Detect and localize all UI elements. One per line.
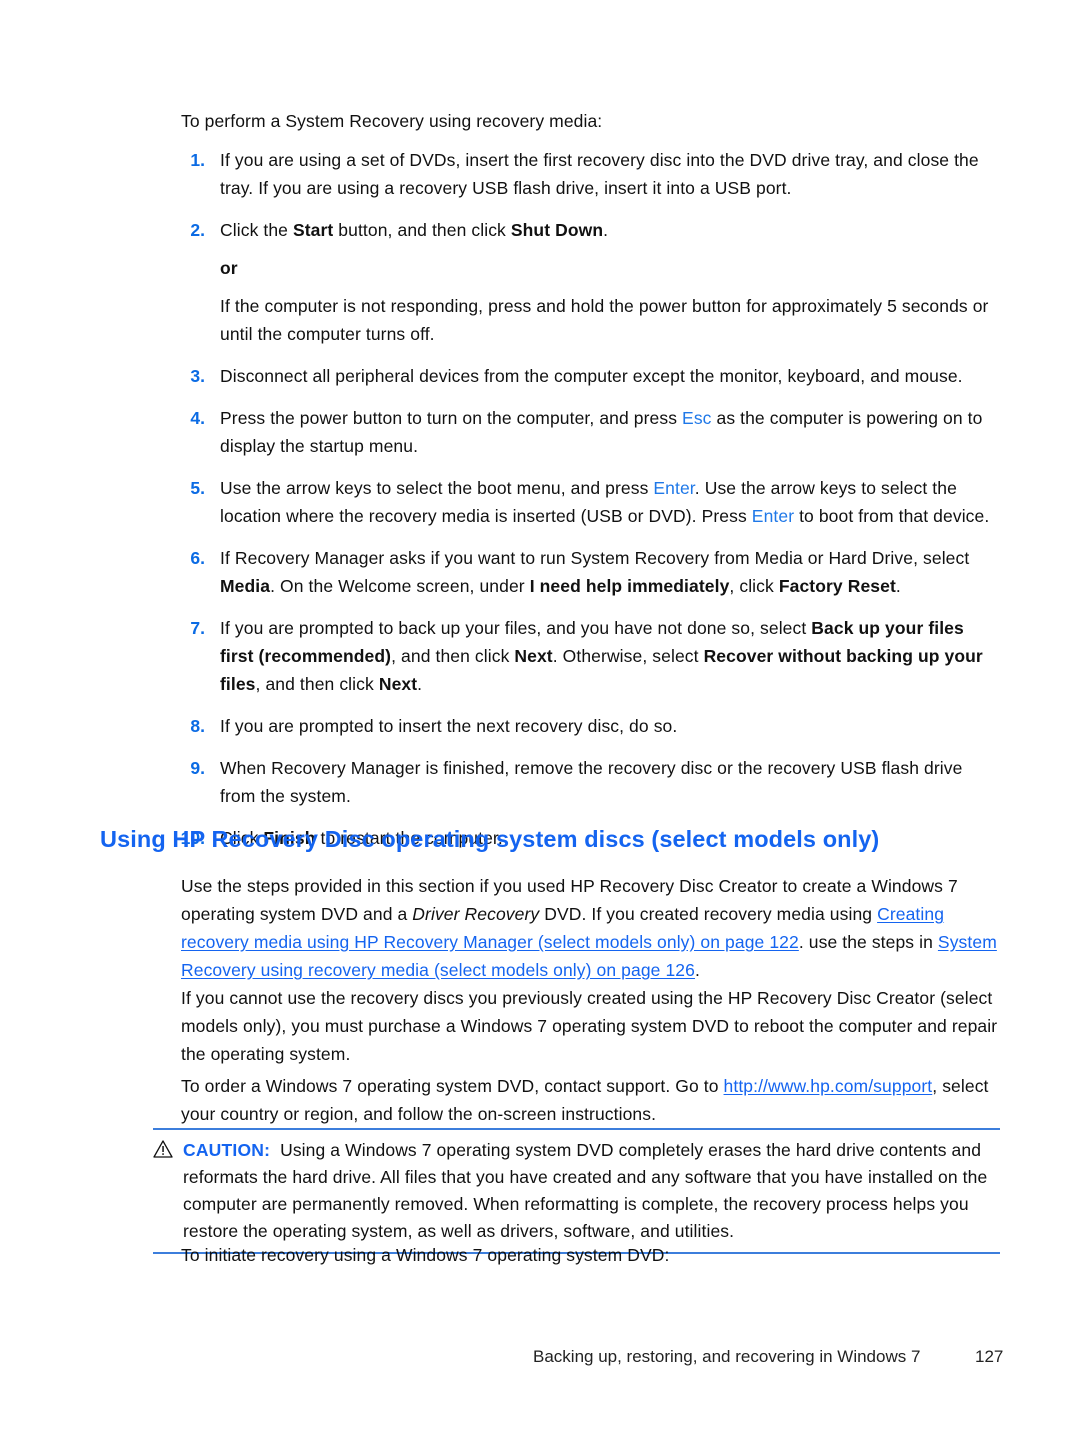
ui-label-factory-reset: Factory Reset [778, 576, 896, 596]
step-text-part: . [895, 576, 901, 596]
step-text-part: . [603, 220, 609, 240]
step-text-part: If you are prompted to back up your file… [220, 618, 812, 638]
list-item-step-2: 2. Click the Start button, and then clic… [0, 216, 1080, 348]
paragraph-initiate-recovery: To initiate recovery using a Windows 7 o… [181, 1245, 670, 1265]
document-page: To perform a System Recovery using recov… [0, 0, 1080, 1437]
step-2-alternate-text: If the computer is not responding, press… [220, 296, 989, 344]
step-text-part: If Recovery Manager asks if you want to … [220, 548, 970, 568]
ui-label-next-2: Next [378, 674, 418, 694]
step-text: Click the Start button, and then click S… [220, 216, 998, 244]
step-text-part: , and then click [255, 674, 379, 694]
step-number: 3. [190, 366, 205, 386]
step-text-part: button, and then click [333, 220, 511, 240]
list-item-step-6: 6. If Recovery Manager asks if you want … [0, 544, 1080, 600]
list-item-step-7: 7. If you are prompted to back up your f… [0, 614, 1080, 698]
or-separator-label: or [220, 258, 238, 278]
list-item-step-1: 1. If you are using a set of DVDs, inser… [0, 146, 1080, 202]
warning-triangle-icon [153, 1140, 173, 1158]
paragraph-purchase-dvd: If you cannot use the recovery discs you… [181, 988, 998, 1064]
paragraph-text-part: . use the steps in [798, 932, 938, 952]
step-text: If you are prompted to insert the next r… [220, 716, 678, 736]
step-text: If you are prompted to back up your file… [220, 614, 998, 698]
paragraph-recovery-disc-creator: Use the steps provided in this section i… [181, 872, 1011, 984]
step-number: 9. [190, 758, 205, 778]
step-text: Use the arrow keys to select the boot me… [220, 474, 998, 530]
step-text: If you are using a set of DVDs, insert t… [220, 150, 979, 198]
intro-paragraph: To perform a System Recovery using recov… [181, 111, 603, 131]
page-footer: Backing up, restoring, and recovering in… [0, 1345, 1080, 1369]
step-number: 1. [190, 150, 205, 170]
keycap-esc: Esc [682, 408, 712, 428]
step-text-part: Click the [220, 220, 293, 240]
recovery-steps-list: 1. If you are using a set of DVDs, inser… [0, 146, 1080, 866]
ui-label-media: Media [220, 576, 271, 596]
section-heading: Using HP Recovery Disc operating system … [100, 826, 880, 852]
list-item-step-9: 9. When Recovery Manager is finished, re… [0, 754, 1080, 810]
caution-label: CAUTION: [183, 1140, 271, 1160]
step-number: 6. [190, 548, 205, 568]
keycap-enter-2: Enter [751, 506, 795, 526]
step-number: 7. [190, 618, 205, 638]
footer-page-number: 127 [975, 1347, 1004, 1366]
step-text: When Recovery Manager is finished, remov… [220, 758, 963, 806]
step-text: Disconnect all peripheral devices from t… [220, 366, 963, 386]
caution-message: Using a Windows 7 operating system DVD c… [183, 1140, 988, 1241]
step-number: 4. [190, 408, 205, 428]
step-text-part: Press the power button to turn on the co… [220, 408, 683, 428]
step-text-part: . On the Welcome screen, under [270, 576, 530, 596]
step-text-part: Use the arrow keys to select the boot me… [220, 478, 654, 498]
italic-driver-recovery: Driver Recovery [412, 904, 540, 924]
list-item-step-3: 3. Disconnect all peripheral devices fro… [0, 362, 1080, 390]
step-text: If Recovery Manager asks if you want to … [220, 544, 998, 600]
step-number: 5. [190, 478, 205, 498]
paragraph-text-part: . [694, 960, 700, 980]
paragraph-text-part: To order a Windows 7 operating system DV… [181, 1076, 724, 1096]
caution-body: CAUTION: Using a Windows 7 operating sys… [153, 1137, 1000, 1245]
list-item-step-5: 5. Use the arrow keys to select the boot… [0, 474, 1080, 530]
step-text-part: , and then click [391, 646, 515, 666]
support-url-link[interactable]: http://www.hp.com/support [724, 1076, 933, 1096]
ui-label-next-1: Next [514, 646, 553, 666]
paragraph-text-part: DVD. If you created recovery media using [539, 904, 878, 924]
step-text-part: to boot from that device. [794, 506, 990, 526]
ui-label-start: Start [292, 220, 334, 240]
ui-label-i-need-help-immediately: I need help immediately [529, 576, 730, 596]
step-text: Press the power button to turn on the co… [220, 404, 998, 460]
step-text-part: . [417, 674, 423, 694]
ui-label-shut-down: Shut Down [510, 220, 604, 240]
list-item-step-8: 8. If you are prompted to insert the nex… [0, 712, 1080, 740]
step-text-part: . Otherwise, select [552, 646, 704, 666]
step-number: 2. [190, 220, 205, 240]
keycap-enter-1: Enter [653, 478, 695, 498]
list-item-step-4: 4. Press the power button to turn on the… [0, 404, 1080, 460]
caution-note: CAUTION: Using a Windows 7 operating sys… [153, 1128, 1000, 1254]
paragraph-order-dvd: To order a Windows 7 operating system DV… [181, 1072, 1011, 1128]
step-number: 8. [190, 716, 205, 736]
step-text-part: , click [729, 576, 779, 596]
footer-chapter-title: Backing up, restoring, and recovering in… [533, 1347, 921, 1366]
